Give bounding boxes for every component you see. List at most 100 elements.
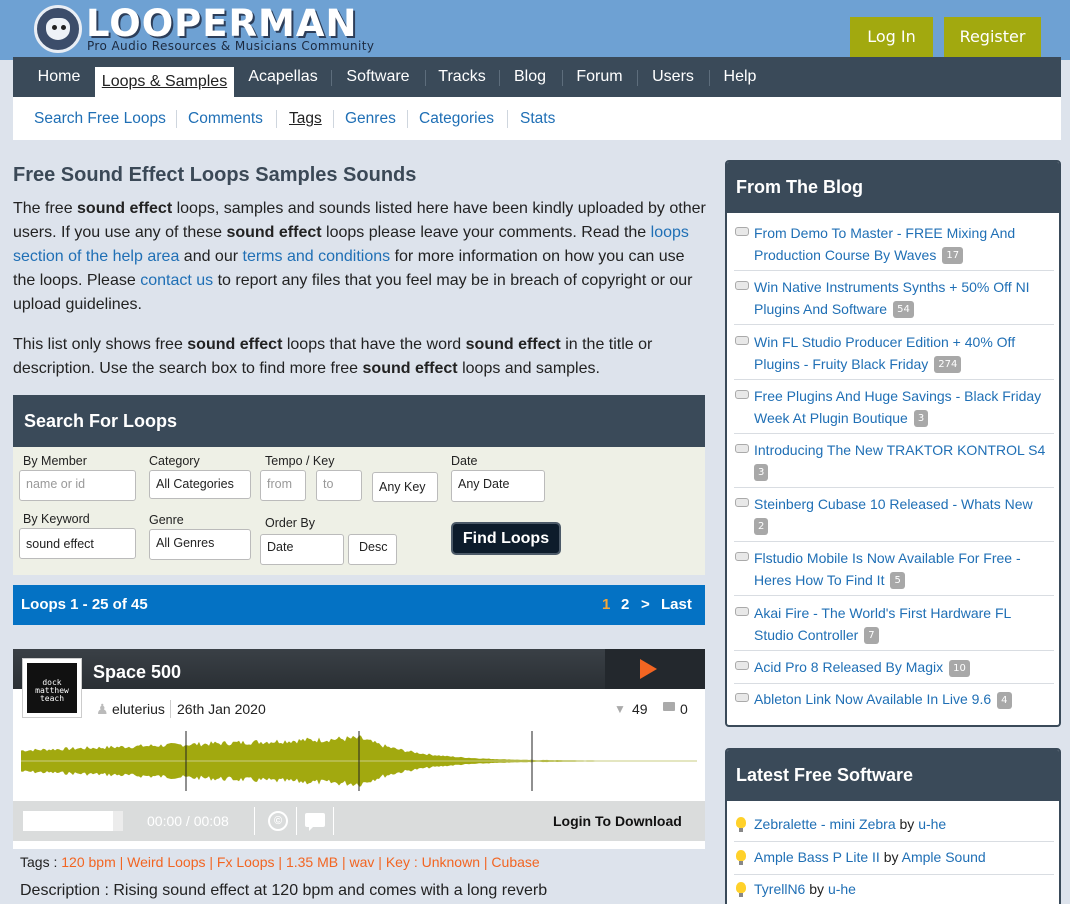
software-item[interactable]: Zebralette - mini Zebra by u-he bbox=[734, 814, 1054, 842]
blog-item[interactable]: Win Native Instruments Synths + 50% Off … bbox=[734, 277, 1054, 325]
subnav-search-free-loops[interactable]: Search Free Loops bbox=[34, 109, 166, 129]
software-item[interactable]: Ample Bass P Lite II by Ample Sound bbox=[734, 847, 1054, 875]
terms-link[interactable]: terms and conditions bbox=[243, 248, 391, 265]
user-icon: ♟ bbox=[96, 701, 109, 717]
pagination-bar: Loops 1 - 25 of 45 1 2 > Last bbox=[13, 585, 705, 625]
tempo-to-input[interactable]: to bbox=[316, 470, 362, 501]
category-label: Category bbox=[149, 454, 200, 468]
keyword-input[interactable]: sound effect bbox=[19, 528, 136, 559]
logo-text[interactable]: LOOPERMAN bbox=[86, 4, 357, 44]
search-panel: Search For Loops By Member name or id Ca… bbox=[13, 395, 705, 575]
intro-paragraph: The free sound effect loops, samples and… bbox=[13, 200, 706, 313]
comment-icon bbox=[735, 693, 749, 702]
play-time: 00:00 / 00:08 bbox=[147, 813, 229, 829]
tag-format[interactable]: wav bbox=[350, 854, 375, 870]
category-select[interactable]: All Categories bbox=[149, 470, 251, 499]
nav-help[interactable]: Help bbox=[715, 57, 765, 97]
subnav-categories[interactable]: Categories bbox=[419, 109, 494, 129]
nav-users[interactable]: Users bbox=[643, 57, 703, 97]
comment-count-badge: 3 bbox=[754, 464, 769, 482]
downloads-icon: ▼ bbox=[614, 702, 626, 716]
blog-item[interactable]: Introducing The New TRAKTOR KONTROL S4 3 bbox=[734, 440, 1054, 488]
blog-item[interactable]: Akai Fire - The World's First Hardware F… bbox=[734, 603, 1054, 651]
date-select[interactable]: Any Date bbox=[451, 470, 545, 502]
next-page-link[interactable]: > bbox=[641, 585, 650, 625]
blog-item[interactable]: Win FL Studio Producer Edition + 40% Off… bbox=[734, 332, 1054, 380]
login-to-download-button[interactable]: Login To Download bbox=[553, 801, 682, 841]
blog-item[interactable]: From Demo To Master - FREE Mixing And Pr… bbox=[734, 223, 1054, 271]
blog-item[interactable]: Flstudio Mobile Is Now Available For Fre… bbox=[734, 548, 1054, 596]
tempo-from-input[interactable]: from bbox=[260, 470, 306, 501]
blog-panel: From The Blog From Demo To Master - FREE… bbox=[725, 160, 1061, 727]
date-label: Date bbox=[451, 454, 478, 468]
tag-category[interactable]: Weird Loops bbox=[127, 854, 205, 870]
blog-item[interactable]: Free Plugins And Huge Savings - Black Fr… bbox=[734, 386, 1054, 434]
contact-us-link[interactable]: contact us bbox=[140, 272, 213, 289]
comment-bubble-icon[interactable] bbox=[305, 813, 325, 831]
last-page-link[interactable]: Last bbox=[661, 585, 692, 625]
blog-item[interactable]: Steinberg Cubase 10 Released - Whats New… bbox=[734, 494, 1054, 542]
order-direction-select[interactable]: Desc bbox=[348, 534, 397, 565]
key-select[interactable]: Any Key bbox=[372, 472, 438, 502]
comment-icon bbox=[735, 281, 749, 290]
filter-note-paragraph: This list only shows free sound effect l… bbox=[13, 336, 653, 377]
site-header: LOOPERMAN Pro Audio Resources & Musician… bbox=[0, 0, 1070, 60]
subnav-genres[interactable]: Genres bbox=[345, 109, 396, 129]
play-icon bbox=[640, 659, 657, 679]
lightbulb-icon bbox=[736, 850, 746, 865]
tempo-key-label: Tempo / Key bbox=[265, 454, 335, 468]
comment-icon bbox=[735, 390, 749, 399]
page-title: Free Sound Effect Loops Samples Sounds bbox=[13, 164, 417, 186]
software-item[interactable]: TyrellN6 by u-he bbox=[734, 879, 1054, 904]
nav-tracks[interactable]: Tracks bbox=[431, 57, 493, 97]
loop-tags: Tags : 120 bpm | Weird Loops | Fx Loops … bbox=[20, 854, 540, 870]
copyright-icon[interactable]: © bbox=[268, 811, 288, 831]
comment-count-badge: 10 bbox=[949, 659, 970, 677]
comment-count-badge: 4 bbox=[997, 691, 1012, 709]
comments-icon bbox=[663, 702, 675, 711]
comment-count-badge: 7 bbox=[864, 627, 879, 645]
logo-mascot-icon[interactable] bbox=[34, 5, 82, 53]
comment-count-badge: 274 bbox=[934, 356, 962, 374]
comment-icon bbox=[735, 444, 749, 453]
subnav-tags[interactable]: Tags bbox=[289, 109, 322, 129]
member-input[interactable]: name or id bbox=[19, 470, 136, 501]
search-heading: Search For Loops bbox=[13, 395, 705, 447]
waveform[interactable] bbox=[21, 729, 697, 793]
progress-bar[interactable] bbox=[23, 811, 123, 831]
subnav-stats[interactable]: Stats bbox=[520, 109, 555, 129]
order-select[interactable]: Date bbox=[260, 534, 344, 565]
tag-key[interactable]: Key : Unknown bbox=[386, 854, 480, 870]
page-2-link[interactable]: 2 bbox=[621, 585, 629, 625]
page-1-link[interactable]: 1 bbox=[602, 585, 610, 625]
nav-home[interactable]: Home bbox=[26, 57, 92, 97]
comment-count-badge: 3 bbox=[913, 410, 929, 428]
loop-user-link[interactable]: eluterius bbox=[112, 700, 165, 718]
nav-forum[interactable]: Forum bbox=[568, 57, 631, 97]
subnav-comments[interactable]: Comments bbox=[188, 109, 263, 129]
comment-icon bbox=[735, 607, 749, 616]
nav-acapellas[interactable]: Acapellas bbox=[241, 57, 325, 97]
blog-item[interactable]: Acid Pro 8 Released By Magix 10 bbox=[734, 657, 1054, 684]
tag-size[interactable]: 1.35 MB bbox=[286, 854, 338, 870]
nav-blog[interactable]: Blog bbox=[505, 57, 555, 97]
tag-daw[interactable]: Cubase bbox=[491, 854, 539, 870]
tag-bpm[interactable]: 120 bpm bbox=[61, 854, 115, 870]
comment-icon bbox=[735, 498, 749, 507]
play-button[interactable] bbox=[605, 649, 705, 689]
genre-select[interactable]: All Genres bbox=[149, 529, 251, 560]
nav-loops-samples[interactable]: Loops & Samples bbox=[95, 67, 234, 97]
register-button[interactable]: Register bbox=[944, 17, 1041, 57]
software-panel: Latest Free Software Zebralette - mini Z… bbox=[725, 748, 1061, 904]
nav-software[interactable]: Software bbox=[337, 57, 419, 97]
tag-genre[interactable]: Fx Loops bbox=[217, 854, 275, 870]
loop-title[interactable]: Space 500 bbox=[93, 649, 181, 695]
genre-label: Genre bbox=[149, 513, 184, 527]
login-button[interactable]: Log In bbox=[850, 17, 933, 57]
avatar[interactable]: dock matthew teach bbox=[22, 658, 82, 718]
find-loops-button[interactable]: Find Loops bbox=[451, 522, 561, 555]
logo-tagline: Pro Audio Resources & Musicians Communit… bbox=[87, 39, 375, 53]
sub-nav: Search Free Loops Comments Tags Genres C… bbox=[13, 97, 1061, 140]
comment-icon bbox=[735, 227, 749, 236]
blog-item[interactable]: Ableton Link Now Available In Live 9.6 4 bbox=[734, 689, 1054, 716]
